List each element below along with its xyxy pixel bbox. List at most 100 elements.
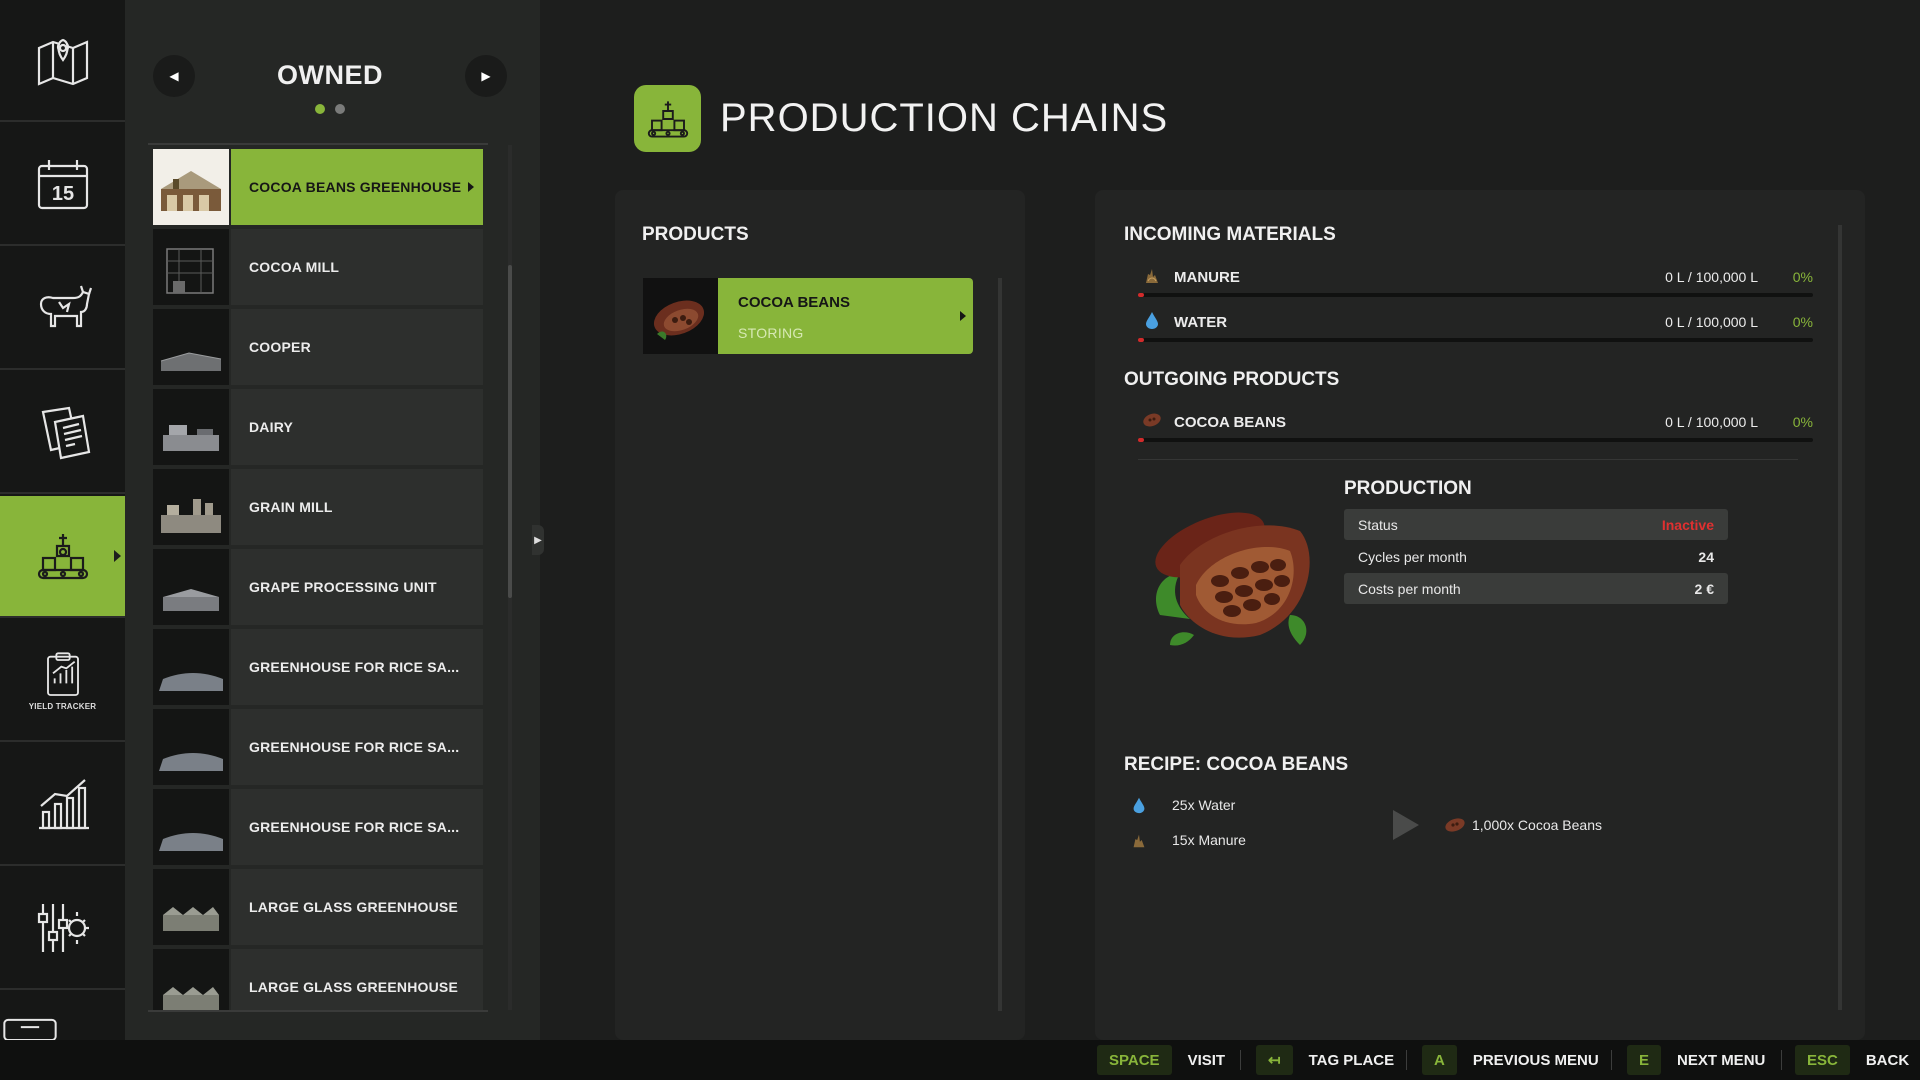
production-label: Status	[1358, 516, 1398, 533]
hint-separator	[1240, 1050, 1241, 1070]
triangle-left-icon: ◀	[169, 69, 179, 83]
cocoa-beans-icon	[1143, 413, 1161, 427]
list-item-label: GREENHOUSE FOR RICE SA...	[231, 709, 483, 785]
product-item-cocoa-beans[interactable]: COCOA BEANS STORING	[643, 278, 973, 354]
manure-icon	[1146, 269, 1158, 283]
key-badge: ↤	[1256, 1045, 1293, 1075]
calendar-icon: 15	[37, 160, 88, 210]
list-item-grape-processing-unit[interactable]: GRAPE PROCESSING UNIT	[153, 549, 483, 625]
key-badge: SPACE	[1097, 1045, 1172, 1075]
rail-statistics[interactable]	[0, 744, 125, 866]
main-menu-rail: 15 YIELD TRACKER	[0, 0, 125, 1040]
production-row-cycles: Cycles per month 24	[1344, 541, 1728, 572]
list-item-label: COCOA BEANS GREENHOUSE	[231, 149, 483, 225]
hint-action: VISIT	[1187, 1051, 1226, 1069]
collapse-panel-handle[interactable]: ▶	[532, 525, 544, 555]
recipe-input-label: 25x Water	[1172, 797, 1236, 813]
next-page-button[interactable]: ▶	[465, 55, 507, 97]
building-thumbnail	[153, 389, 229, 465]
list-item-label: COOPER	[231, 309, 483, 385]
hint-action: BACK	[1865, 1051, 1910, 1069]
products-heading: PRODUCTS	[642, 224, 749, 245]
map-icon	[37, 38, 88, 86]
incoming-material-water: WATER 0 L / 100,000 L 0%	[1138, 308, 1813, 348]
rail-map[interactable]	[0, 0, 125, 122]
production-chains-icon	[634, 85, 701, 152]
cocoa-beans-icon	[1445, 818, 1465, 832]
page-indicator[interactable]	[335, 104, 345, 114]
hint-previous-menu[interactable]: A PREVIOUS MENU	[1422, 1045, 1599, 1075]
yield-tracker-icon	[46, 651, 79, 696]
greenhouse-thumbnail	[153, 709, 229, 785]
rail-settings[interactable]	[0, 868, 125, 990]
list-item-grain-mill[interactable]: GRAIN MILL	[153, 469, 483, 545]
material-name: COCOA BEANS	[1174, 414, 1286, 431]
list-item-cooper[interactable]: COOPER	[153, 309, 483, 385]
rail-animals[interactable]	[0, 248, 125, 370]
list-item-dairy[interactable]: DAIRY	[153, 389, 483, 465]
cocoa-beans-thumbnail	[643, 278, 718, 354]
material-name: WATER	[1174, 314, 1228, 331]
prev-page-button[interactable]: ◀	[153, 55, 195, 97]
outgoing-products-heading: OUTGOING PRODUCTS	[1124, 369, 1340, 390]
list-item-label: LARGE GLASS GREENHOUSE	[231, 869, 483, 945]
list-item-label: GRAPE PROCESSING UNIT	[231, 549, 483, 625]
material-amount: 0 L / 100,000 L	[1665, 414, 1758, 430]
list-scrollbar-thumb[interactable]	[508, 265, 512, 598]
list-title: OWNED	[277, 60, 383, 90]
page-title: PRODUCTION CHAINS	[720, 96, 1169, 140]
rail-calendar[interactable]: 15	[0, 124, 125, 246]
building-thumbnail	[153, 229, 229, 305]
manure-icon	[1133, 834, 1145, 848]
costs-value: 2 €	[1694, 580, 1714, 597]
production-heading: PRODUCTION	[1344, 478, 1472, 499]
hint-separator	[1781, 1050, 1782, 1070]
cocoa-pod-image	[1155, 512, 1310, 646]
details-scrollbar[interactable]	[1838, 225, 1842, 1010]
hint-tag-place[interactable]: ↤ TAG PLACE	[1256, 1045, 1394, 1075]
list-item-cocoa-beans-greenhouse[interactable]: COCOA BEANS GREENHOUSE	[153, 149, 483, 225]
list-item-label: GRAIN MILL	[231, 469, 483, 545]
recipe-output-label: 1,000x Cocoa Beans	[1472, 817, 1602, 833]
material-fill	[1138, 293, 1144, 297]
production-row-costs: Costs per month 2 €	[1344, 573, 1728, 604]
product-status: STORING	[738, 325, 804, 341]
material-amount: 0 L / 100,000 L	[1665, 314, 1758, 330]
outgoing-product-cocoa-beans: COCOA BEANS 0 L / 100,000 L 0%	[1138, 408, 1813, 448]
triangle-right-icon: ▶	[534, 534, 542, 546]
product-name: COCOA BEANS	[738, 294, 850, 311]
svg-text:15: 15	[51, 183, 73, 205]
material-fill-bar	[1138, 293, 1813, 297]
rail-production[interactable]	[0, 496, 125, 618]
rail-contracts[interactable]	[0, 372, 125, 494]
rail-yield-tracker[interactable]: YIELD TRACKER	[0, 620, 125, 742]
building-thumbnail	[153, 549, 229, 625]
material-fill-bar	[1138, 438, 1813, 442]
hint-visit[interactable]: SPACE VISIT	[1097, 1045, 1225, 1075]
page-indicator-active	[315, 104, 325, 114]
controls-icon	[3, 1018, 57, 1040]
list-item-cocoa-mill[interactable]: COCOA MILL	[153, 229, 483, 305]
water-drop-icon	[1133, 797, 1145, 814]
list-divider	[148, 143, 488, 145]
list-item-large-glass-greenhouse-2[interactable]: LARGE GLASS GREENHOUSE	[153, 949, 483, 1010]
recipe-input-label: 15x Manure	[1172, 832, 1246, 848]
settings-icon	[37, 904, 89, 952]
list-item-greenhouse-rice-2[interactable]: GREENHOUSE FOR RICE SA...	[153, 709, 483, 785]
key-badge: ESC	[1795, 1045, 1850, 1075]
incoming-material-manure: MANURE 0 L / 100,000 L 0%	[1138, 263, 1813, 303]
recipe-input-manure: 15x Manure	[1130, 831, 1246, 849]
rail-controls[interactable]	[0, 992, 125, 1040]
material-fill	[1138, 438, 1144, 442]
hint-separator	[1406, 1050, 1407, 1070]
list-item-greenhouse-rice-1[interactable]: GREENHOUSE FOR RICE SA...	[153, 629, 483, 705]
greenhouse-thumbnail	[153, 629, 229, 705]
list-item-large-glass-greenhouse-1[interactable]: LARGE GLASS GREENHOUSE	[153, 869, 483, 945]
list-item-greenhouse-rice-3[interactable]: GREENHOUSE FOR RICE SA...	[153, 789, 483, 865]
cow-icon	[39, 285, 92, 328]
hint-back[interactable]: ESC BACK	[1795, 1045, 1909, 1075]
hint-next-menu[interactable]: E NEXT MENU	[1627, 1045, 1765, 1075]
product-item-body: COCOA BEANS STORING	[718, 278, 973, 354]
greenhouse-thumbnail	[153, 149, 229, 225]
products-scrollbar[interactable]	[998, 278, 1002, 1011]
